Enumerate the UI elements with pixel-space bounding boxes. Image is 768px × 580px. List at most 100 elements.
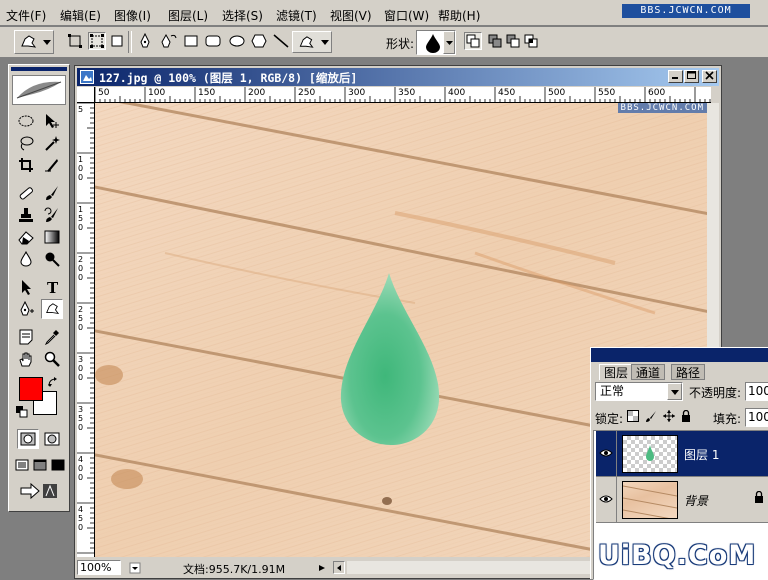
zoom-tool[interactable] [41, 349, 63, 369]
scroll-left-button[interactable] [333, 561, 345, 574]
horizontal-ruler[interactable]: 50 100 150 200 250 300 350 400 450 500 5… [95, 87, 711, 103]
layers-panel-title-bar[interactable] [591, 348, 768, 362]
lock-brush-icon[interactable] [645, 410, 657, 422]
custom-shape-tool[interactable] [41, 299, 63, 319]
visibility-toggle[interactable] [598, 445, 614, 461]
lasso-tool[interactable] [15, 133, 37, 153]
brush-tool[interactable] [41, 183, 63, 203]
create-new-shape-button[interactable] [464, 32, 482, 50]
type-tool[interactable]: T [41, 277, 63, 297]
ruler-v-label: 4 5 0 [78, 505, 84, 532]
opacity-input[interactable]: 100 [745, 382, 768, 401]
fill-pixels-button[interactable] [108, 32, 126, 50]
ellipse-tool-button[interactable] [228, 32, 246, 50]
custom-shape-icon [46, 303, 60, 314]
intersect-shape-button[interactable] [522, 32, 540, 50]
blend-mode-dropdown[interactable] [667, 383, 682, 400]
minimize-button[interactable] [668, 70, 683, 83]
status-arrow-icon[interactable] [317, 563, 327, 573]
ruler-h-label: 400 [448, 88, 466, 98]
ruler-origin[interactable] [77, 87, 95, 103]
crop-tool[interactable] [15, 155, 37, 175]
menu-edit[interactable]: 编辑(E) [60, 7, 101, 24]
blur-tool[interactable] [15, 249, 37, 269]
feather-logo[interactable] [12, 75, 66, 105]
clone-stamp-tool[interactable] [15, 205, 37, 225]
path-selection-tool[interactable] [15, 277, 37, 297]
marquee-tool[interactable] [15, 111, 37, 131]
vertical-ruler[interactable]: 5 1 0 0 1 5 0 2 0 0 2 5 0 3 0 0 3 5 0 4 … [77, 103, 95, 557]
healing-brush-tool[interactable] [15, 183, 37, 203]
menu-image[interactable]: 图像(I) [114, 7, 151, 24]
brush-icon [46, 186, 58, 200]
menu-file[interactable]: 文件(F) [6, 7, 46, 24]
menu-filter[interactable]: 滤镜(T) [276, 7, 317, 24]
tab-channels[interactable]: 通道 [631, 364, 666, 380]
menu-window[interactable]: 窗口(W) [384, 7, 429, 24]
quick-mask-button[interactable] [41, 429, 63, 449]
top-watermark: BBS.JCWCN.COM [622, 4, 750, 18]
tab-layers[interactable]: 图层 [599, 364, 634, 380]
polygon-tool-button[interactable] [250, 32, 268, 50]
menu-help[interactable]: 帮助(H) [438, 7, 480, 24]
blend-mode-select[interactable]: 正常 [595, 382, 683, 401]
swap-colors-icon[interactable] [47, 376, 59, 388]
ruler-v-label: 1 5 0 [78, 205, 84, 232]
tool-preset-picker[interactable] [14, 30, 54, 54]
full-screen-mode[interactable] [49, 455, 67, 475]
hand-tool[interactable] [15, 349, 37, 369]
pen-tool[interactable] [15, 299, 37, 319]
standard-mode-button[interactable] [17, 429, 39, 449]
fill-input[interactable]: 100 [745, 408, 768, 427]
rectangle-tool-button[interactable] [182, 32, 200, 50]
history-brush-tool[interactable] [41, 205, 63, 225]
maximize-button[interactable] [684, 70, 699, 83]
eraser-tool[interactable] [15, 227, 37, 247]
lock-all-icon[interactable] [681, 410, 691, 422]
divider [616, 431, 617, 477]
visibility-toggle[interactable] [598, 491, 614, 507]
dodge-tool[interactable] [41, 249, 63, 269]
eyedropper-tool[interactable] [41, 327, 63, 347]
ruler-v-label: 3 5 0 [78, 405, 84, 432]
shape-selector[interactable] [416, 30, 456, 55]
document-title-bar[interactable]: 127.jpg @ 100% (图层 1, RGB/8) [缩放后] [77, 68, 719, 86]
zoom-field[interactable]: 100% [77, 560, 121, 575]
layer-row-background[interactable]: 背景 [596, 477, 768, 523]
menu-select[interactable]: 选择(S) [222, 7, 263, 24]
notes-tool[interactable] [15, 327, 37, 347]
jump-to-imageready-button[interactable] [17, 481, 61, 501]
custom-shape-picker[interactable] [292, 31, 332, 53]
shape-layers-button[interactable] [66, 32, 84, 50]
screen-mode-icon [51, 459, 65, 471]
close-icon [705, 71, 714, 80]
rounded-rectangle-button[interactable] [204, 32, 222, 50]
standard-screen-mode[interactable] [13, 455, 31, 475]
pen-tool-button[interactable] [136, 32, 154, 50]
line-tool-button[interactable] [272, 32, 290, 50]
status-menu-icon[interactable] [129, 562, 141, 574]
freeform-pen-button[interactable] [160, 32, 178, 50]
menu-layer[interactable]: 图层(L) [168, 7, 208, 24]
menu-view[interactable]: 视图(V) [330, 7, 372, 24]
arrow-left-icon [337, 565, 341, 571]
water-drop-icon [20, 251, 32, 267]
magic-wand-tool[interactable] [41, 133, 63, 153]
shape-dropdown-button[interactable] [443, 31, 455, 54]
default-colors-icon[interactable] [16, 406, 28, 418]
close-button[interactable] [702, 70, 717, 83]
slice-tool[interactable] [41, 155, 63, 175]
subtract-shape-button[interactable] [504, 32, 522, 50]
paths-button[interactable] [88, 32, 106, 50]
layer-row-layer1[interactable]: 图层 1 [596, 431, 768, 477]
add-shape-button[interactable] [486, 32, 504, 50]
full-screen-menu-mode[interactable] [31, 455, 49, 475]
pen-icon [140, 33, 150, 48]
tab-paths[interactable]: 路径 [671, 364, 706, 380]
path-icon [90, 34, 104, 48]
lock-move-icon[interactable] [663, 410, 675, 422]
lock-transparency-icon[interactable] [627, 410, 639, 422]
gradient-tool[interactable] [41, 227, 63, 247]
move-tool[interactable] [41, 111, 63, 131]
chevron-down-icon [43, 40, 51, 45]
